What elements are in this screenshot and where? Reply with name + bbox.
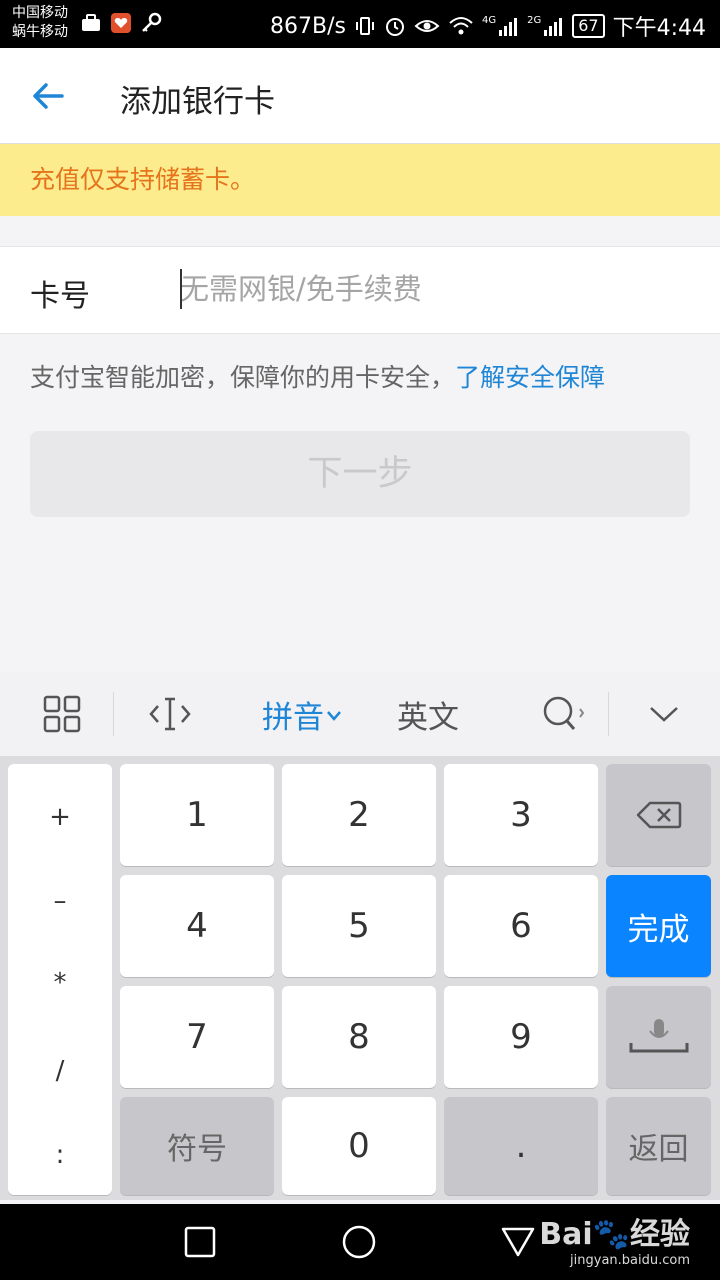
cursor-move-icon[interactable] (140, 672, 200, 756)
vibrate-icon (355, 17, 374, 35)
arrow-left-icon[interactable] (30, 78, 66, 114)
watermark: Bai🐾经验 jingyan.baidu.com (539, 1209, 690, 1268)
backspace-icon (636, 801, 681, 829)
divider (608, 692, 609, 736)
page-title: 添加银行卡 (120, 84, 275, 120)
carrier-1: 中国移动 (12, 5, 68, 21)
notice-banner: 充值仅支持储蓄卡。 (0, 144, 720, 216)
notification-icons (80, 12, 162, 34)
security-note: 支付宝智能加密，保障你的用卡安全，了解安全保障 (30, 358, 605, 394)
symbol-key[interactable]: / (8, 1056, 112, 1086)
key-0[interactable]: 0 (282, 1097, 436, 1195)
key-4[interactable]: 4 (120, 875, 274, 977)
grid-menu-icon[interactable] (28, 672, 96, 756)
pinyin-label: 拼音 (262, 699, 324, 736)
search-icon[interactable] (525, 672, 601, 756)
signal-2g: 2G (527, 15, 564, 37)
key-7[interactable]: 7 (120, 986, 274, 1088)
symbol-column: + – * / : (8, 764, 112, 1195)
divider (113, 692, 114, 736)
home-icon[interactable] (341, 1224, 377, 1260)
next-step-button[interactable]: 下一步 (30, 431, 690, 517)
key-9[interactable]: 9 (444, 986, 598, 1088)
eye-icon (414, 20, 440, 32)
status-right: 867B/s 4G 2G 67 下午4:44 (270, 10, 706, 42)
carrier-2: 蜗牛移动 (12, 24, 68, 40)
return-key[interactable]: 返回 (606, 1097, 711, 1195)
collapse-keyboard-icon[interactable] (634, 672, 694, 756)
key-1[interactable]: 1 (120, 764, 274, 866)
watermark-main: Bai🐾经验 (539, 1217, 690, 1252)
symbol-key[interactable]: + (8, 802, 112, 832)
backspace-key[interactable] (606, 764, 711, 866)
done-key[interactable]: 完成 (606, 875, 711, 977)
system-nav-bar: Bai🐾经验 jingyan.baidu.com (0, 1204, 720, 1280)
battery-level: 67 (572, 14, 605, 38)
symbol-key[interactable]: : (8, 1140, 112, 1170)
pinyin-switch[interactable]: 拼音 (252, 672, 352, 756)
symbol-key[interactable]: – (8, 886, 112, 916)
wifi-icon (449, 17, 473, 35)
alarm-icon (385, 18, 404, 36)
signal-bars-icon (499, 18, 518, 36)
back-triangle-icon[interactable] (500, 1226, 536, 1258)
key-3[interactable]: 3 (444, 764, 598, 866)
ime-toolbar: 拼音 英文 (0, 672, 720, 756)
chevron-down-icon (327, 711, 341, 721)
numeric-keyboard: + – * / : 1 2 3 4 5 6 完成 7 8 9 符号 0 . 返回 (0, 756, 720, 1200)
key-8[interactable]: 8 (282, 986, 436, 1088)
signal-bars-icon (544, 18, 563, 36)
clock: 下午4:44 (612, 16, 706, 41)
symbol-key[interactable]: * (8, 968, 112, 998)
voice-space-key[interactable] (606, 986, 711, 1088)
card-number-input[interactable] (180, 261, 680, 317)
security-text: 支付宝智能加密，保障你的用卡安全， (30, 363, 456, 392)
briefcase-icon (82, 14, 100, 31)
recent-apps-icon[interactable] (184, 1226, 216, 1258)
security-link[interactable]: 了解安全保障 (455, 363, 605, 392)
watermark-sub: jingyan.baidu.com (570, 1253, 690, 1268)
symbols-key[interactable]: 符号 (120, 1097, 274, 1195)
app-bar: 添加银行卡 (0, 48, 720, 144)
app-notification-icon (111, 13, 131, 33)
carrier-info: 中国移动 蜗牛移动 (12, 4, 68, 42)
card-number-label: 卡号 (30, 279, 90, 314)
key-6[interactable]: 6 (444, 875, 598, 977)
signal-4g: 4G (482, 15, 519, 37)
english-switch[interactable]: 英文 (386, 672, 470, 756)
key-icon (142, 12, 162, 32)
status-bar: 中国移动 蜗牛移动 867B/s 4G 2G 67 下午4:44 (0, 0, 720, 48)
key-2[interactable]: 2 (282, 764, 436, 866)
net-speed: 867B/s (270, 13, 346, 39)
microphone-icon (629, 1019, 688, 1053)
english-label: 英文 (397, 699, 459, 736)
dot-key[interactable]: . (444, 1097, 598, 1195)
key-5[interactable]: 5 (282, 875, 436, 977)
card-number-row: 卡号 (0, 246, 720, 334)
text-cursor (180, 269, 182, 309)
